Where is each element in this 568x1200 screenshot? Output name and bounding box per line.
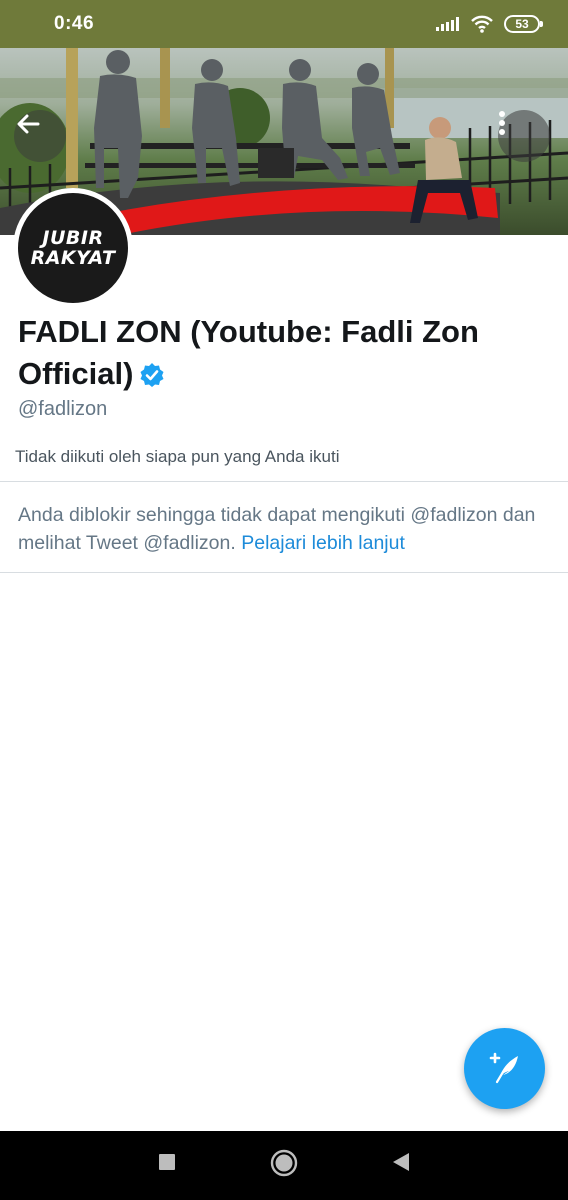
profile-handle: @fadlizon [18, 398, 108, 420]
avatar-logo-line2: RAKYAT [30, 247, 116, 269]
divider [0, 572, 568, 573]
avatar[interactable]: JUBIR RAKYAT [13, 188, 133, 308]
blocked-message: Anda diblokir sehingga tidak dapat mengi… [18, 501, 548, 557]
home-button[interactable] [270, 1149, 298, 1182]
profile-name: FADLI ZON (Youtube: Fadli Zon Official) [18, 314, 479, 391]
nav-back-button[interactable] [390, 1151, 412, 1178]
divider [0, 481, 568, 482]
home-icon [270, 1149, 298, 1182]
system-navigation-bar [0, 1131, 568, 1200]
signal-icon [436, 17, 460, 31]
avatar-logo-line1: JUBIR [42, 227, 104, 249]
followed-by-text: Tidak diikuti oleh siapa pun yang Anda i… [15, 447, 340, 466]
wifi-icon [470, 15, 494, 33]
compose-tweet-button[interactable] [464, 1028, 545, 1109]
status-bar: 0:46 53 [0, 0, 568, 48]
recent-apps-button[interactable] [156, 1153, 178, 1175]
back-icon [391, 1151, 411, 1178]
status-time: 0:46 [54, 13, 95, 34]
profile-name-block: FADLI ZON (Youtube: Fadli Zon Official) [18, 311, 538, 399]
compose-tweet-icon [485, 1046, 525, 1091]
learn-more-link[interactable]: Pelajari lebih lanjut [241, 532, 405, 554]
battery-icon: 53 [504, 15, 543, 33]
back-button[interactable] [14, 110, 66, 162]
more-options-button[interactable] [498, 110, 550, 162]
profile-screen: 0:46 53 JUBIR RAKYAT FADLI ZON (Youtube:… [0, 0, 568, 1200]
status-icons: 53 [436, 15, 543, 33]
verified-badge-icon [139, 357, 165, 399]
recent-apps-icon [157, 1152, 177, 1177]
